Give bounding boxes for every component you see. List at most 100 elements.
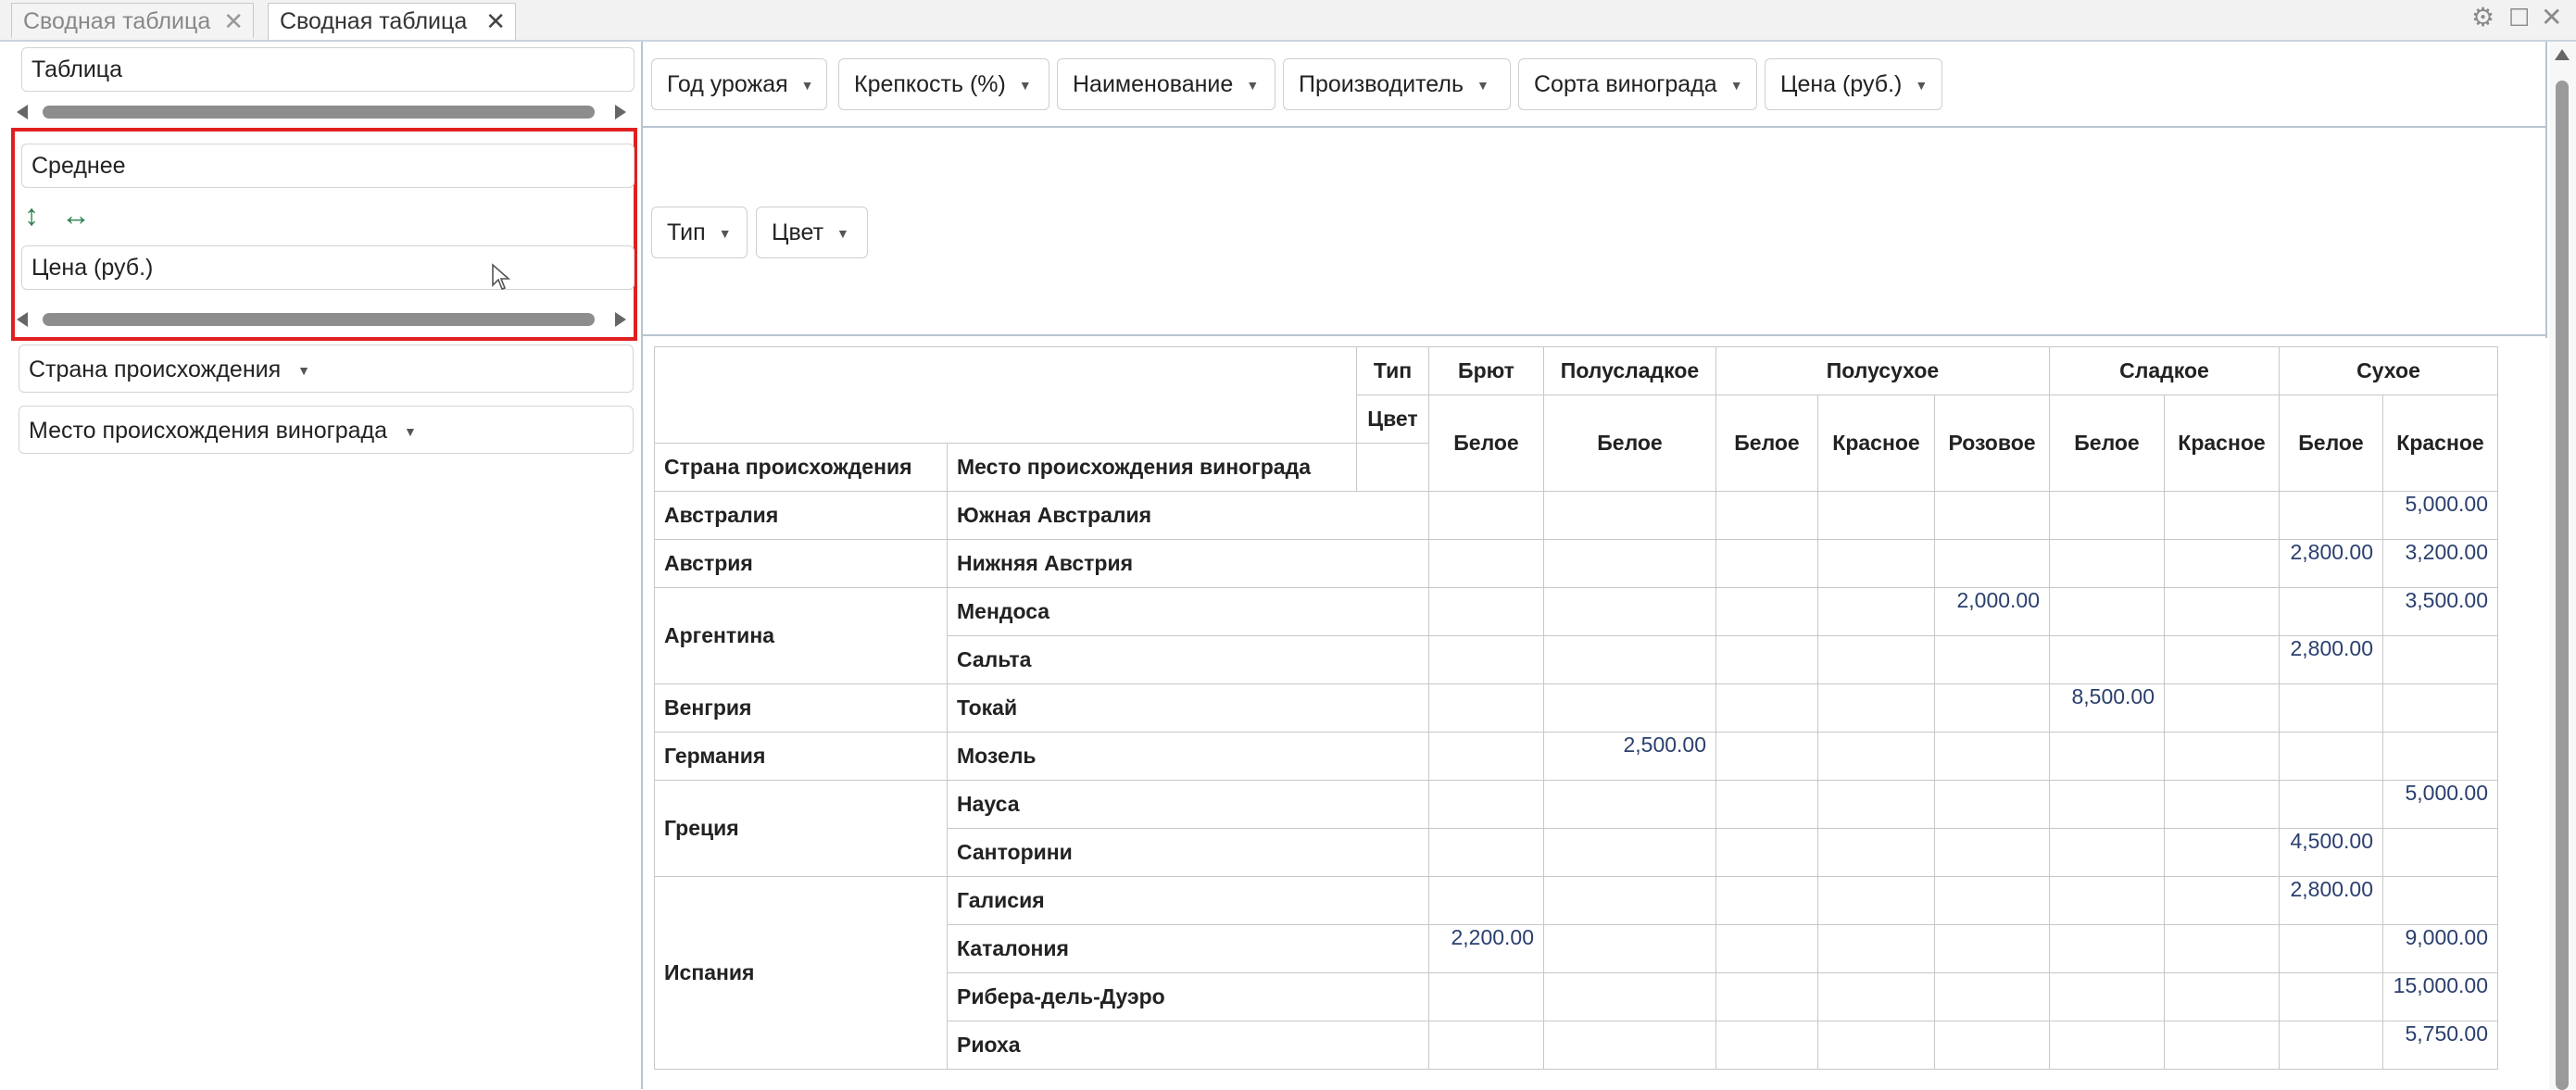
scroll-right-icon[interactable]	[615, 312, 626, 327]
value-scrollbar[interactable]	[13, 309, 630, 330]
value-cell	[1817, 587, 1935, 636]
cols-divider	[641, 334, 2547, 336]
value-cell	[1715, 780, 1818, 829]
chevron-down-icon[interactable]: ▼	[719, 226, 732, 241]
value-cell	[2049, 876, 2165, 925]
gear-icon[interactable]: ⚙	[2471, 2, 2494, 33]
right-divider	[2545, 42, 2547, 338]
scroll-right-icon[interactable]	[615, 105, 626, 119]
col-header-color: Белое	[2049, 395, 2165, 492]
field-chip-label: Производитель	[1299, 71, 1464, 97]
value-cell	[2049, 1021, 2165, 1070]
field-chip[interactable]: Наименование ▼	[1057, 58, 1275, 110]
value-cell: 4,500.00	[2279, 828, 2383, 877]
row-header-region: Мендоса	[947, 587, 1429, 636]
value-cell	[1715, 491, 1818, 540]
scroll-left-icon[interactable]	[17, 312, 28, 327]
renderer-label: Таблица	[31, 56, 123, 82]
chevron-down-icon[interactable]: ▼	[1476, 78, 1489, 93]
close-icon[interactable]: ✕	[2541, 2, 2562, 33]
scroll-thumb[interactable]	[43, 106, 595, 119]
row-header-country: Австрия	[654, 539, 948, 588]
value-cell	[1543, 1021, 1716, 1070]
row-header-country: Венгрия	[654, 683, 948, 733]
renderer-select[interactable]: Таблица	[21, 47, 635, 92]
chevron-down-icon[interactable]: ▼	[404, 424, 417, 439]
row-header-region: Галисия	[947, 876, 1429, 925]
chevron-down-icon[interactable]: ▼	[297, 363, 310, 378]
value-cell: 2,500.00	[1543, 732, 1716, 781]
field-chip[interactable]: Год урожая ▼	[651, 58, 827, 110]
table-row: Аргентина Мендоса 2,000.00 3,500.00	[654, 587, 2498, 684]
value-cell	[2049, 924, 2165, 973]
pivot-body: Австралия Южная Австралия 5,000.00 Австрия Н…	[654, 491, 2498, 1070]
left-panel-divider	[641, 42, 643, 1089]
vertical-scrollbar[interactable]	[2549, 42, 2576, 1090]
table-row: Германия Мозель 2,500.00	[654, 732, 2498, 781]
value-cell: 2,200.00	[1428, 924, 1544, 973]
value-cell	[2164, 780, 2280, 829]
value-cell	[2164, 587, 2280, 636]
row-field-region[interactable]: Место происхождения винограда ▼	[19, 406, 634, 454]
value-cell	[1817, 828, 1935, 877]
aggregator-select[interactable]: Среднее	[21, 144, 635, 188]
value-cell	[1715, 539, 1818, 588]
field-chip-label: Цена (руб.)	[1780, 71, 1903, 97]
value-cell	[2382, 635, 2498, 684]
value-cell	[2279, 683, 2383, 733]
value-cell	[2164, 924, 2280, 973]
field-chip[interactable]: Производитель ▼	[1283, 58, 1511, 110]
chevron-down-icon[interactable]: ▼	[1019, 78, 1032, 93]
value-cell	[1715, 924, 1818, 973]
scroll-thumb[interactable]	[43, 313, 595, 326]
value-cell	[2279, 587, 2383, 636]
tab-pivot-1[interactable]: Сводная таблица ✕	[11, 3, 254, 38]
chevron-down-icon[interactable]: ▼	[1246, 78, 1259, 93]
empty-cell	[1356, 443, 1429, 492]
chevron-down-icon[interactable]: ▼	[836, 226, 849, 241]
row-field-country[interactable]: Страна происхождения ▼	[19, 345, 634, 393]
value-cell	[1817, 780, 1935, 829]
value-cell	[2049, 972, 2165, 1021]
col-attr-label: Тип	[1356, 346, 1429, 395]
tab-pivot-2[interactable]: Сводная таблица ✕	[268, 3, 516, 40]
close-icon[interactable]: ✕	[485, 4, 506, 39]
value-cell	[2164, 972, 2280, 1021]
header-divider	[641, 126, 2547, 128]
horizontal-order-icon[interactable]: ↔	[61, 198, 91, 232]
maximize-icon[interactable]: ☐	[2508, 2, 2530, 33]
value-cell	[2049, 539, 2165, 588]
scroll-up-icon[interactable]	[2555, 49, 2570, 60]
value-cell	[1543, 828, 1716, 877]
field-chip-label: Цвет	[772, 219, 824, 245]
col-field-chip[interactable]: Тип ▼	[651, 207, 748, 258]
col-field-chip[interactable]: Цвет ▼	[756, 207, 868, 258]
field-chip[interactable]: Цена (руб.) ▼	[1765, 58, 1942, 110]
value-cell	[1817, 972, 1935, 1021]
renderer-scrollbar[interactable]	[13, 102, 630, 122]
scroll-left-icon[interactable]	[17, 105, 28, 119]
value-cell	[2279, 1021, 2383, 1070]
close-icon[interactable]: ✕	[223, 4, 244, 39]
value-cell	[2049, 828, 2165, 877]
value-cell	[2049, 491, 2165, 540]
chevron-down-icon[interactable]: ▼	[1730, 78, 1743, 93]
chevron-down-icon[interactable]: ▼	[801, 78, 814, 93]
value-cell	[1934, 539, 2050, 588]
value-cell	[2164, 732, 2280, 781]
value-cell	[1934, 732, 2050, 781]
row-header-region: Каталония	[947, 924, 1429, 973]
value-field-select[interactable]: Цена (руб.)	[21, 245, 635, 290]
col-header-type: Сладкое	[2049, 346, 2280, 395]
value-cell: 2,000.00	[1934, 587, 2050, 636]
chevron-down-icon[interactable]: ▼	[1915, 78, 1928, 93]
vertical-order-icon[interactable]: ↕	[24, 198, 39, 232]
field-chip[interactable]: Крепкость (%) ▼	[838, 58, 1049, 110]
col-header-type: Полусухое	[1715, 346, 2050, 395]
scroll-thumb[interactable]	[2556, 81, 2569, 1090]
field-chip[interactable]: Сорта винограда ▼	[1518, 58, 1757, 110]
value-cell	[1817, 635, 1935, 684]
value-cell	[2279, 780, 2383, 829]
value-cell	[1715, 828, 1818, 877]
row-header-region: Рибера-дель-Дуэро	[947, 972, 1429, 1021]
